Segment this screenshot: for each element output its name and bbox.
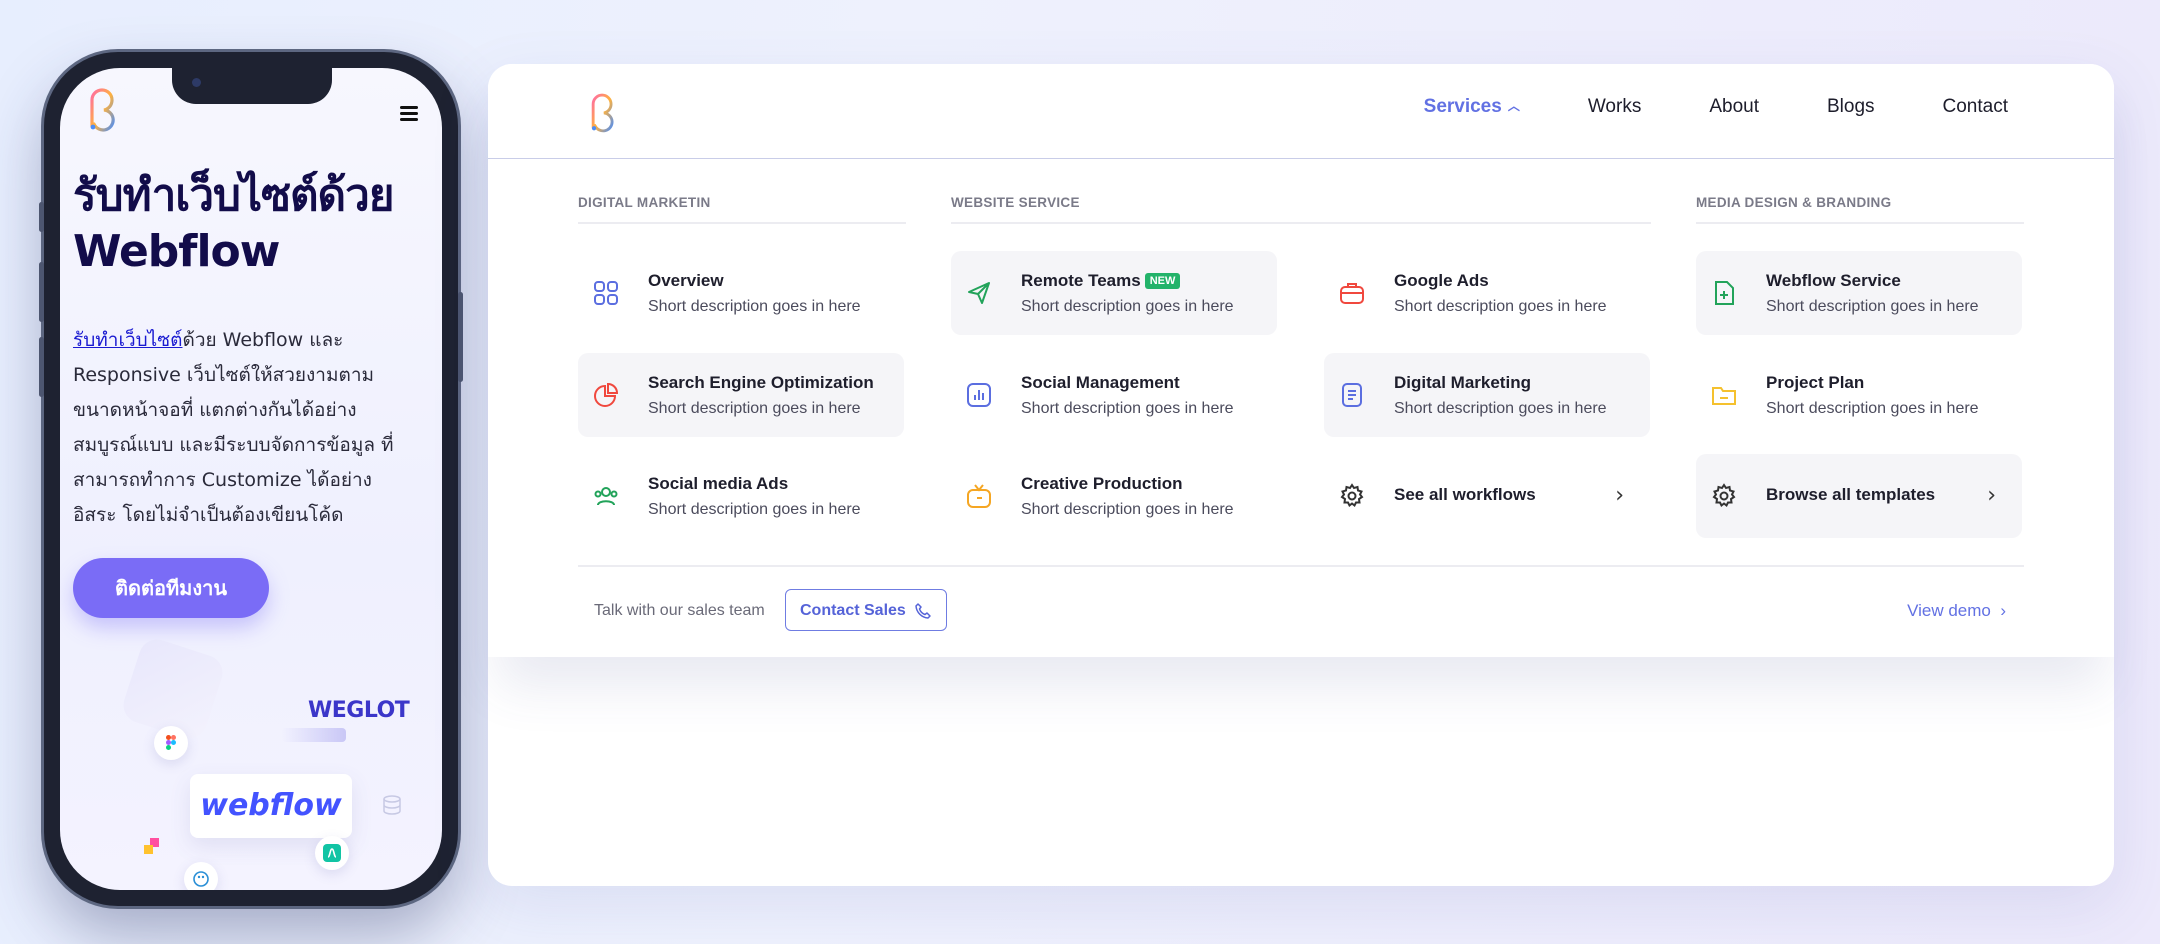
- menu-item-creative-production[interactable]: Creative Production Short description go…: [951, 454, 1277, 538]
- hero-description-text: ด้วย Webflow และ Responsive เว็บไซต์ให้ส…: [73, 329, 394, 526]
- menu-item-desc: Short description goes in here: [1766, 400, 1979, 417]
- column-divider: [1696, 222, 2024, 224]
- chevron-right-icon: ›: [1987, 483, 1996, 508]
- phone-notch: [172, 68, 332, 104]
- menu-item-title: Browse all templates: [1766, 485, 1936, 504]
- contact-sales-button[interactable]: Contact Sales: [785, 589, 947, 631]
- menu-item-title: Social media Ads: [648, 474, 789, 493]
- menu-item-digital-marketing[interactable]: Digital Marketing Short description goes…: [1324, 353, 1650, 437]
- menu-item-title: Social Management: [1021, 373, 1180, 392]
- hero-description: รับทำเว็บไซต์ด้วย Webflow และ Responsive…: [73, 323, 413, 533]
- footer-divider: [578, 565, 2024, 567]
- folder-icon: [1712, 387, 1736, 405]
- column-heading-digital-marketing: DIGITAL MARKETIN: [578, 195, 711, 210]
- palette-icon: [184, 862, 218, 890]
- nav-works[interactable]: Works: [1588, 96, 1641, 118]
- menu-item-remote-teams[interactable]: Remote Teams NEW Short description goes i…: [951, 251, 1277, 335]
- view-demo-link[interactable]: View demo ›: [1907, 601, 2006, 621]
- nav-about[interactable]: About: [1709, 96, 1759, 118]
- menu-item-project-plan[interactable]: Project Plan Short description goes in h…: [1696, 353, 2022, 437]
- camera-icon: [192, 78, 201, 87]
- gear-icon: [1340, 483, 1364, 508]
- menu-item-title-text: Remote Teams: [1021, 271, 1141, 290]
- chevron-up-icon: ︿: [1507, 99, 1520, 113]
- column-divider: [951, 222, 1651, 224]
- phone-screen: รับทำเว็บไซต์ด้วย Webflow รับทำเว็บไซต์ด…: [60, 68, 442, 890]
- menu-item-desc: Short description goes in here: [1394, 400, 1607, 417]
- brand-logo[interactable]: [586, 90, 620, 136]
- nav-contact[interactable]: Contact: [1943, 96, 2008, 118]
- menu-item-title: Project Plan: [1766, 373, 1865, 392]
- send-icon: [968, 282, 990, 304]
- menu-item-social-media-ads[interactable]: Social media Ads Short description goes …: [578, 454, 904, 538]
- menu-item-desc: Short description goes in here: [1394, 298, 1607, 315]
- menu-item-desc: Short description goes in here: [1021, 400, 1234, 417]
- weglot-logo: WEGLOT: [308, 698, 410, 723]
- grid-icon: [594, 281, 618, 305]
- file-plus-icon: [1715, 281, 1734, 305]
- menu-item-overview[interactable]: Overview Short description goes in here: [578, 251, 904, 335]
- sales-team-text: Talk with our sales team: [594, 602, 765, 619]
- brand-logo[interactable]: [84, 86, 122, 134]
- view-demo-label: View demo: [1907, 601, 1991, 620]
- database-icon: [383, 795, 401, 815]
- decorative-bar: [282, 728, 346, 742]
- phone-volume-down: [39, 337, 44, 397]
- contact-team-button[interactable]: ติดต่อทีมงาน: [73, 558, 269, 618]
- menu-item-title: Webflow Service: [1766, 271, 1901, 290]
- document-icon: [1342, 383, 1362, 407]
- desktop-preview: Services ︿ Works About Blogs Contact DIGI…: [488, 64, 2114, 886]
- nav-services[interactable]: Services ︿: [1424, 96, 1520, 118]
- hero-title: รับทำเว็บไซต์ด้วย Webflow: [73, 170, 395, 277]
- navbar: Services ︿ Works About Blogs Contact: [488, 64, 2114, 159]
- bar-chart-icon: [967, 383, 991, 407]
- figma-icon: [154, 726, 188, 760]
- menu-item-title: Overview: [648, 271, 724, 290]
- menu-item-title: Creative Production: [1021, 474, 1183, 493]
- menu-item-desc: Short description goes in here: [1021, 298, 1234, 315]
- phone-mute-switch: [39, 202, 44, 232]
- menu-item-google-ads[interactable]: Google Ads Short description goes in her…: [1324, 251, 1650, 335]
- contact-sales-label: Contact Sales: [800, 602, 906, 619]
- gear-icon: [1712, 483, 1736, 508]
- webflow-logo: webflow: [190, 774, 352, 838]
- menu-item-desc: Short description goes in here: [648, 298, 861, 315]
- chevron-right-icon: ›: [1995, 601, 2006, 620]
- nav-links: Services ︿ Works About Blogs Contact: [1356, 96, 2008, 118]
- column-heading-website-service: WEBSITE SERVICE: [951, 195, 1080, 210]
- menu-item-title: Digital Marketing: [1394, 373, 1531, 392]
- new-badge: NEW: [1144, 273, 1181, 289]
- phone-volume-up: [39, 262, 44, 322]
- menu-item-title: See all workflows: [1394, 485, 1536, 504]
- swap-icon: [315, 836, 349, 870]
- phone-icon: [915, 603, 931, 619]
- browse-all-templates-link[interactable]: Browse all templates ›: [1696, 454, 2022, 538]
- menu-item-title: Google Ads: [1394, 271, 1489, 290]
- menu-item-seo[interactable]: Search Engine Optimization Short descrip…: [578, 353, 904, 437]
- chevron-right-icon: ›: [1615, 483, 1624, 508]
- menu-item-title: Remote Teams NEW: [1021, 271, 1181, 291]
- menu-item-desc: Short description goes in here: [648, 400, 861, 417]
- briefcase-icon: [1340, 283, 1364, 304]
- tv-icon: [967, 484, 991, 508]
- menu-item-title: Search Engine Optimization: [648, 373, 874, 392]
- nav-blogs[interactable]: Blogs: [1827, 96, 1875, 118]
- menu-item-webflow-service[interactable]: Webflow Service Short description goes i…: [1696, 251, 2022, 335]
- column-divider: [578, 222, 906, 224]
- menu-item-desc: Short description goes in here: [1021, 501, 1234, 518]
- hero-description-link[interactable]: รับทำเว็บไซต์: [73, 329, 182, 351]
- users-icon: [594, 487, 618, 506]
- phone-power-button: [458, 292, 463, 382]
- phone-mockup: รับทำเว็บไซต์ด้วย Webflow รับทำเว็บไซต์ด…: [39, 52, 463, 906]
- mega-menu: Services ︿ Works About Blogs Contact DIGI…: [488, 64, 2114, 657]
- menu-item-desc: Short description goes in here: [648, 501, 861, 518]
- column-heading-media-design: MEDIA DESIGN & BRANDING: [1696, 195, 1892, 210]
- menu-item-desc: Short description goes in here: [1766, 298, 1979, 315]
- pie-chart-icon: [594, 382, 619, 407]
- see-all-workflows-link[interactable]: See all workflows ›: [1324, 454, 1650, 538]
- nav-services-label: Services: [1423, 96, 1502, 117]
- menu-item-social-management[interactable]: Social Management Short description goes…: [951, 353, 1277, 437]
- hamburger-menu-icon[interactable]: [400, 106, 418, 124]
